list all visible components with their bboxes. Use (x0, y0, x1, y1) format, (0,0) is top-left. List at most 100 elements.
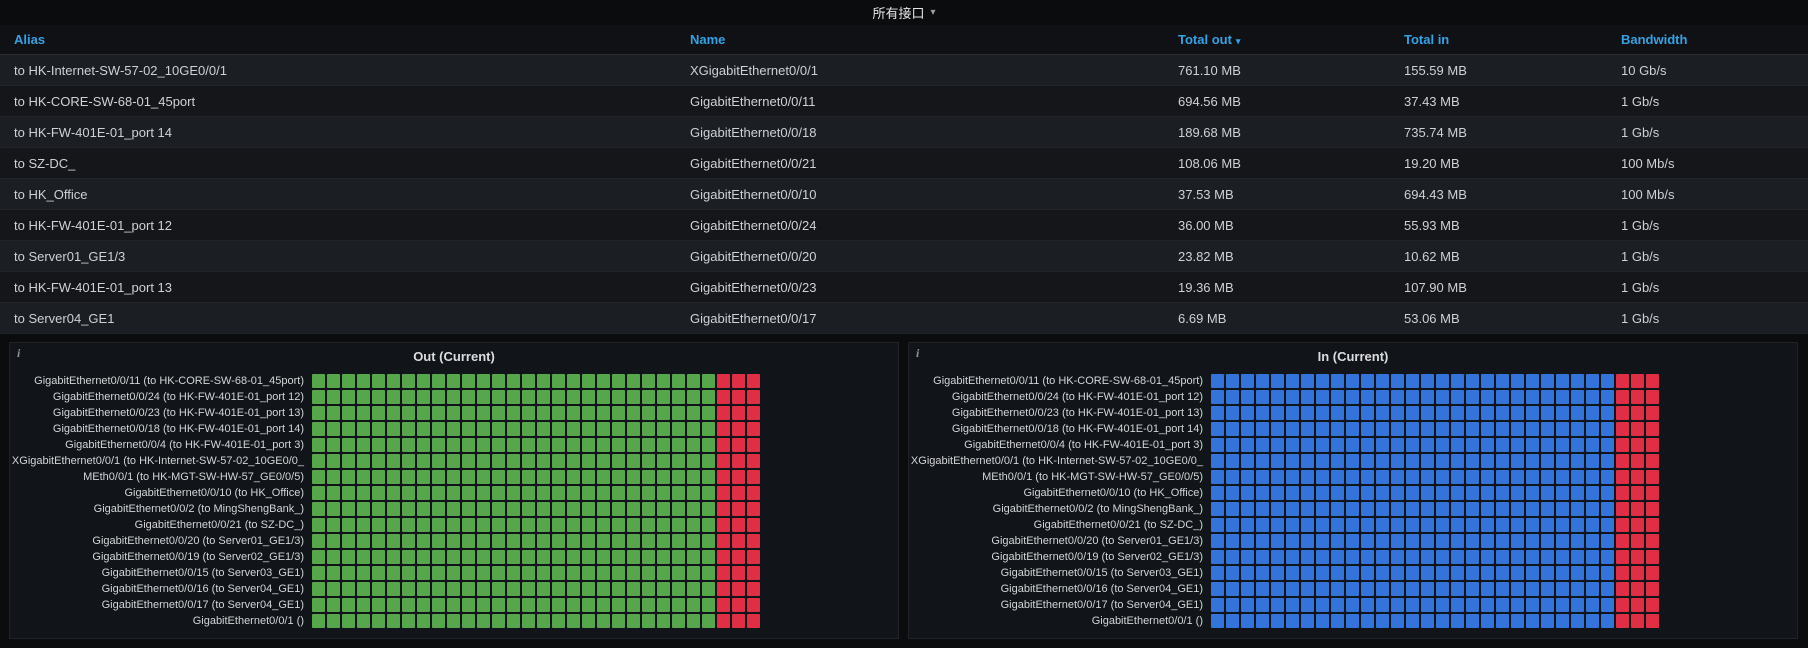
status-cell-up (1256, 614, 1269, 628)
status-cell-up (612, 374, 625, 388)
status-cell-up (552, 422, 565, 436)
status-cell-up (582, 454, 595, 468)
status-cell-down (717, 614, 730, 628)
status-cell-up (1421, 406, 1434, 420)
status-cell-up (1571, 470, 1584, 484)
status-cell-up (1301, 454, 1314, 468)
status-cell-up (387, 454, 400, 468)
status-cells (1211, 454, 1659, 468)
status-cell-up (597, 534, 610, 548)
status-cell-up (522, 486, 535, 500)
status-cell-up (312, 422, 325, 436)
status-cell-up (552, 438, 565, 452)
status-cell-down (1616, 534, 1629, 548)
status-cell-up (1331, 486, 1344, 500)
status-row: GigabitEthernet0/0/21 (to SZ-DC_) (10, 518, 898, 532)
status-cell-up (1271, 566, 1284, 580)
status-cell-down (1646, 598, 1659, 612)
status-cell-up (402, 550, 415, 564)
status-cell-up (1526, 502, 1539, 516)
status-cell-up (1286, 614, 1299, 628)
status-cell-down (1631, 390, 1644, 404)
column-header-total-in[interactable]: Total in (1390, 32, 1607, 47)
status-cell-up (1391, 534, 1404, 548)
status-cell-up (702, 614, 715, 628)
status-cell-up (372, 406, 385, 420)
status-cell-up (462, 486, 475, 500)
status-cell-up (462, 550, 475, 564)
status-cell-up (1586, 454, 1599, 468)
status-cell-up (477, 534, 490, 548)
status-cell-up (1541, 534, 1554, 548)
status-cell-up (492, 582, 505, 596)
status-row-label: GigabitEthernet0/0/4 (to HK-FW-401E-01_p… (65, 439, 304, 451)
status-cell-up (1571, 598, 1584, 612)
status-cell-up (1406, 438, 1419, 452)
status-cell-up (372, 598, 385, 612)
status-cell-up (447, 614, 460, 628)
status-cells (1211, 582, 1659, 596)
table-row: to HK-Internet-SW-57-02_10GE0/0/1 XGigabi… (0, 55, 1808, 86)
status-cell-up (372, 374, 385, 388)
status-cell-up (642, 390, 655, 404)
status-cell-up (1331, 502, 1344, 516)
status-cell-up (327, 582, 340, 596)
status-cell-up (327, 454, 340, 468)
column-header-name[interactable]: Name (676, 32, 1164, 47)
status-cell-up (462, 390, 475, 404)
status-cell-down (717, 534, 730, 548)
status-cell-up (492, 438, 505, 452)
panel-title[interactable]: In (Current) (909, 343, 1797, 369)
status-cell-down (732, 598, 745, 612)
status-cell-up (1511, 454, 1524, 468)
table-cell: 6.69 MB (1178, 310, 1227, 326)
dashboard-row-toggle[interactable]: 所有接口 ▾ (0, 0, 1808, 25)
status-cell-down (1616, 406, 1629, 420)
table-row: to HK-CORE-SW-68-01_45port GigabitEtherne… (0, 86, 1808, 117)
status-cell-up (1451, 390, 1464, 404)
panel-title[interactable]: Out (Current) (10, 343, 898, 369)
status-cell-up (357, 422, 370, 436)
status-cell-up (1376, 550, 1389, 564)
status-cell-up (1271, 486, 1284, 500)
status-cell-up (1241, 582, 1254, 596)
info-icon[interactable]: i (916, 346, 919, 361)
status-cell-down (732, 534, 745, 548)
status-cell-up (657, 406, 670, 420)
status-cell-up (462, 582, 475, 596)
status-cell-down (1616, 614, 1629, 628)
status-cell-up (312, 582, 325, 596)
status-cell-up (1256, 438, 1269, 452)
column-header-total-out[interactable]: Total out ▾ (1164, 32, 1390, 47)
status-cell-up (1361, 534, 1374, 548)
status-cell-up (342, 470, 355, 484)
status-cell-up (1466, 518, 1479, 532)
status-cell-up (1511, 518, 1524, 532)
status-cell-up (1256, 518, 1269, 532)
status-cell-down (732, 502, 745, 516)
status-cell-up (687, 486, 700, 500)
status-cell-down (747, 598, 760, 612)
status-cell-up (1571, 486, 1584, 500)
status-cell-down (717, 374, 730, 388)
status-cell-up (1466, 598, 1479, 612)
status-cell-up (507, 486, 520, 500)
column-header-alias[interactable]: Alias (0, 32, 676, 47)
status-cell-up (507, 598, 520, 612)
info-icon[interactable]: i (17, 346, 20, 361)
status-cell-up (372, 470, 385, 484)
status-cell-up (342, 566, 355, 580)
status-cell-down (1646, 390, 1659, 404)
status-cell-up (1391, 598, 1404, 612)
status-cell-up (687, 582, 700, 596)
status-cell-up (1481, 374, 1494, 388)
status-cell-up (1226, 614, 1239, 628)
column-header-bandwidth[interactable]: Bandwidth (1607, 32, 1808, 47)
status-cell-up (582, 406, 595, 420)
status-cell-up (1391, 454, 1404, 468)
status-cell-up (597, 422, 610, 436)
status-cell-up (432, 566, 445, 580)
status-cell-up (642, 582, 655, 596)
status-cell-up (312, 534, 325, 548)
status-cell-up (1226, 486, 1239, 500)
